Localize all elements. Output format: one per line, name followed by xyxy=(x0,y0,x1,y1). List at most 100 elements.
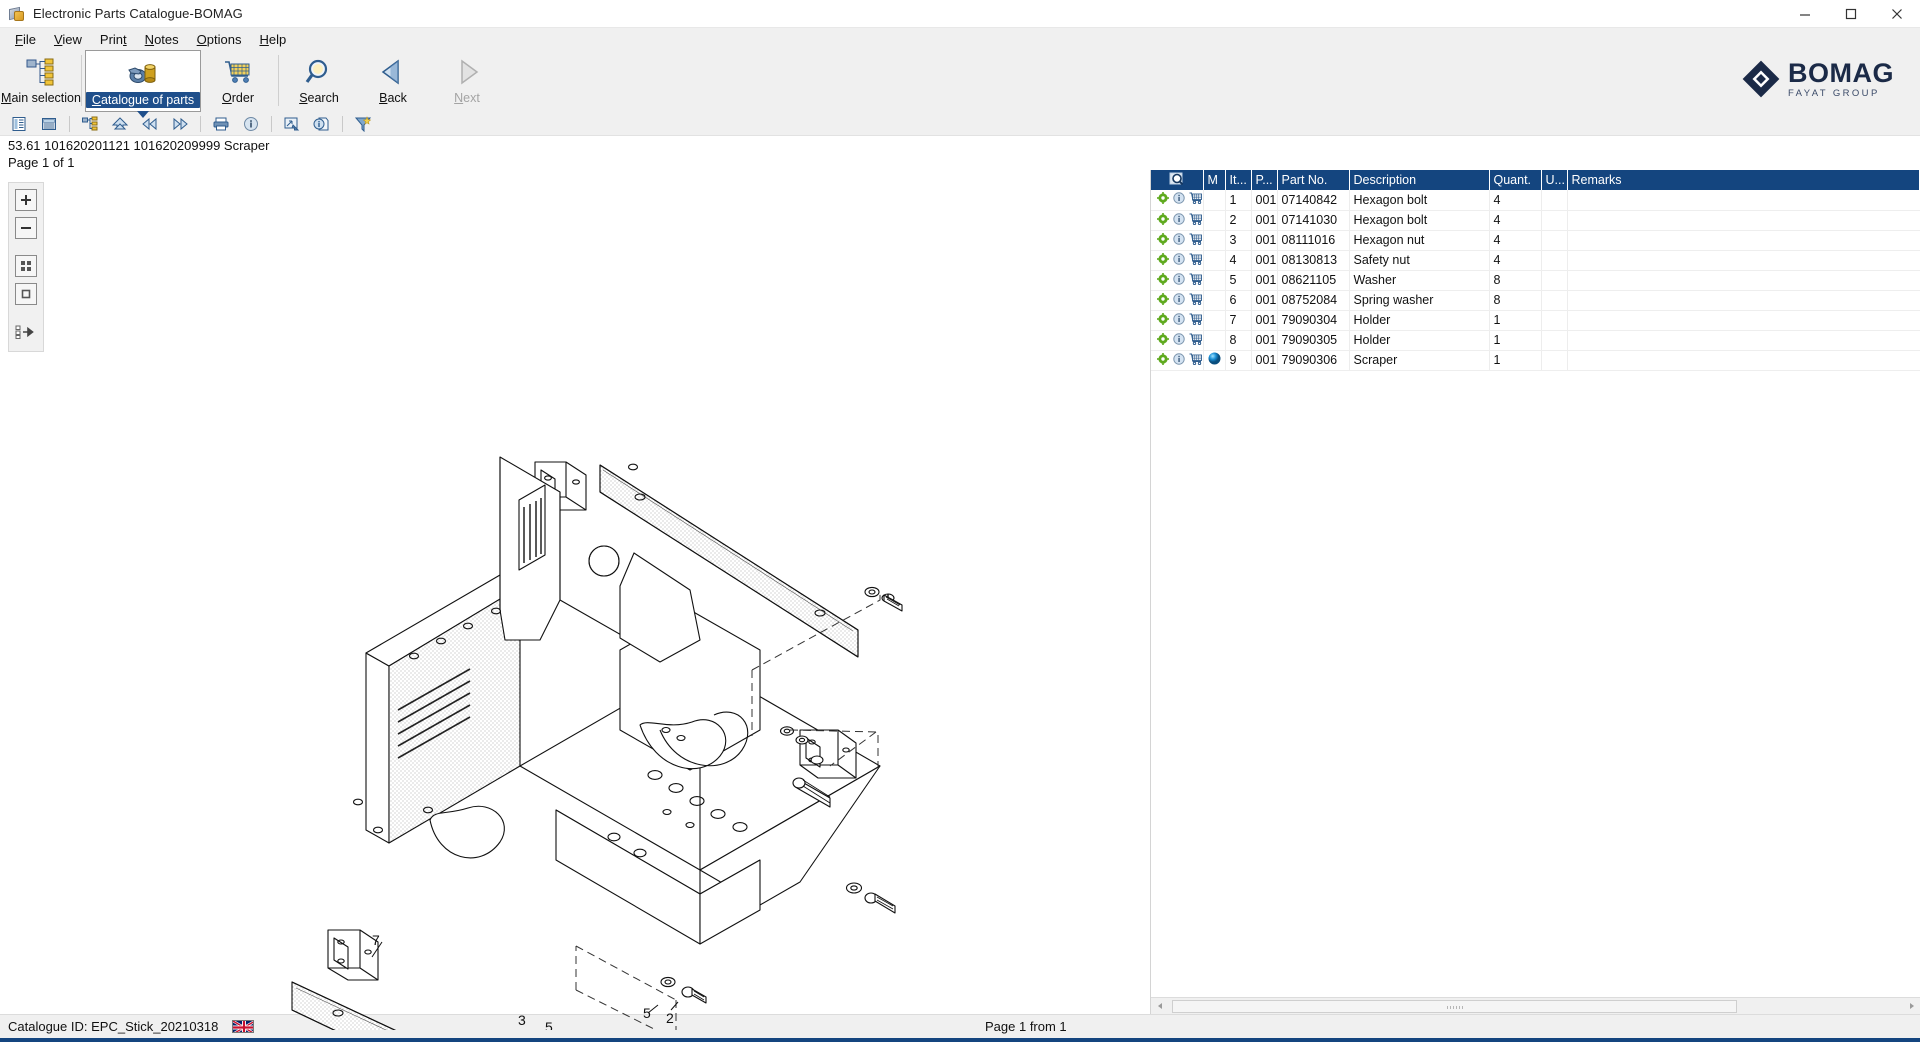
minimize-button[interactable] xyxy=(1782,0,1828,28)
document-info-icon[interactable] xyxy=(307,113,337,135)
info-icon[interactable] xyxy=(1173,292,1185,308)
next-page-icon[interactable] xyxy=(165,113,195,135)
cell-position: 001 xyxy=(1251,350,1278,371)
scrollbar-track[interactable] xyxy=(1168,998,1903,1014)
export-icon[interactable] xyxy=(277,113,307,135)
magnifier-icon xyxy=(304,56,334,88)
cell-m xyxy=(1203,350,1226,371)
close-button[interactable] xyxy=(1874,0,1920,28)
toolbar-separator xyxy=(81,55,82,106)
cell-remarks xyxy=(1567,250,1920,271)
menu-options[interactable]: Options xyxy=(188,30,251,49)
info-icon[interactable] xyxy=(1173,332,1185,348)
info-icon[interactable] xyxy=(236,113,266,135)
info-icon[interactable] xyxy=(1173,192,1185,207)
table-empty-space xyxy=(1151,370,1920,997)
table-row[interactable]: 1 001 07140842 Hexagon bolt 4 xyxy=(1151,190,1920,211)
ribbon-main-selection[interactable]: Main selection xyxy=(1,50,81,112)
ribbon-search[interactable]: Search xyxy=(282,50,356,112)
info-icon[interactable] xyxy=(1173,352,1185,368)
up-level-icon[interactable] xyxy=(105,113,135,135)
maximize-button[interactable] xyxy=(1828,0,1874,28)
cell-m xyxy=(1203,250,1226,271)
ribbon-order[interactable]: Order xyxy=(201,50,275,112)
table-row[interactable]: 9 001 79090306 Scraper 1 xyxy=(1151,350,1920,371)
cell-unit xyxy=(1541,190,1568,211)
next-arrow-icon xyxy=(452,56,482,88)
scroll-right-button[interactable] xyxy=(1903,999,1920,1014)
column-header-unit[interactable]: U... xyxy=(1541,170,1568,190)
cell-unit xyxy=(1541,290,1568,311)
cell-part-no: 79090305 xyxy=(1277,330,1350,351)
column-header-quantity[interactable]: Quant. xyxy=(1489,170,1542,190)
tree-structure-icon xyxy=(26,56,56,88)
table-row[interactable]: 2 001 07141030 Hexagon bolt 4 xyxy=(1151,210,1920,231)
column-header-part-no[interactable]: Part No. xyxy=(1277,170,1350,190)
tree-structure-icon[interactable] xyxy=(75,113,105,135)
menu-notes[interactable]: Notes xyxy=(136,30,188,49)
cell-m xyxy=(1203,310,1226,331)
app-icon xyxy=(8,5,26,23)
column-header-description[interactable]: Description xyxy=(1349,170,1490,190)
cell-quantity: 8 xyxy=(1489,290,1542,311)
info-icon[interactable] xyxy=(1173,252,1185,268)
ribbon-back[interactable]: Back xyxy=(356,50,430,112)
cell-description: Spring washer xyxy=(1349,290,1490,311)
drawing-pane[interactable]: 7 3 5 6 1 5 2 9 8 4 6 79090300_000_00 xyxy=(0,170,1150,1030)
info-icon[interactable] xyxy=(1173,212,1185,228)
cart-icon[interactable] xyxy=(1189,233,1202,248)
cell-unit xyxy=(1541,270,1568,291)
cell-m xyxy=(1203,290,1226,311)
menu-file[interactable]: FFileile xyxy=(6,30,45,49)
scrollbar-thumb[interactable] xyxy=(1172,999,1737,1013)
cart-icon[interactable] xyxy=(1189,353,1202,368)
print-icon[interactable] xyxy=(206,113,236,135)
cart-icon[interactable] xyxy=(1189,293,1202,308)
column-header-m[interactable]: M xyxy=(1203,170,1226,190)
uk-flag-icon[interactable] xyxy=(232,1020,255,1033)
cell-item: 5 xyxy=(1225,270,1252,291)
ribbon-label: Catalogue of parts xyxy=(85,92,201,108)
menu-view[interactable]: View xyxy=(45,30,91,49)
menu-help[interactable]: Help xyxy=(250,30,295,49)
cell-part-no: 07141030 xyxy=(1277,210,1350,231)
cart-icon[interactable] xyxy=(1189,313,1202,328)
search-table-icon[interactable] xyxy=(1169,172,1185,189)
detail-view-icon[interactable] xyxy=(34,113,64,135)
table-row[interactable]: 3 001 08111016 Hexagon nut 4 xyxy=(1151,230,1920,251)
list-view-icon[interactable] xyxy=(4,113,34,135)
menu-print[interactable]: Print xyxy=(91,30,136,49)
cell-unit xyxy=(1541,230,1568,251)
ribbon-next[interactable]: Next xyxy=(430,50,504,112)
column-header-item[interactable]: It... xyxy=(1225,170,1252,190)
table-row[interactable]: 8 001 79090305 Holder 1 xyxy=(1151,330,1920,351)
cell-description: Hexagon bolt xyxy=(1349,210,1490,231)
cart-icon[interactable] xyxy=(1189,253,1202,268)
back-arrow-icon xyxy=(378,56,408,88)
table-row[interactable]: 4 001 08130813 Safety nut 4 xyxy=(1151,250,1920,271)
column-header-remarks[interactable]: Remarks xyxy=(1567,170,1920,190)
table-row[interactable]: 6 001 08752084 Spring washer 8 xyxy=(1151,290,1920,311)
toolbar-separator xyxy=(342,115,343,132)
info-icon[interactable] xyxy=(1173,312,1185,328)
table-horizontal-scrollbar[interactable] xyxy=(1151,997,1920,1014)
ribbon-catalogue-of-parts[interactable]: Catalogue of parts xyxy=(85,50,201,118)
cart-icon[interactable] xyxy=(1189,213,1202,228)
column-header-position[interactable]: P... xyxy=(1251,170,1278,190)
table-row[interactable]: 5 001 08621105 Washer 8 xyxy=(1151,270,1920,291)
cart-icon[interactable] xyxy=(1189,273,1202,288)
info-icon[interactable] xyxy=(1173,272,1185,288)
cell-description: Holder xyxy=(1349,330,1490,351)
toolbar-separator xyxy=(278,55,279,106)
exploded-parts-drawing[interactable]: 7 3 5 6 1 5 2 9 8 4 6 xyxy=(0,170,1150,1030)
cart-icon[interactable] xyxy=(1189,192,1202,207)
catalogue-id-label: Catalogue ID: EPC_Stick_20210318 xyxy=(8,1019,219,1034)
table-row[interactable]: 7 001 79090304 Holder 1 xyxy=(1151,310,1920,331)
info-icon[interactable] xyxy=(1173,232,1185,248)
svg-text:7: 7 xyxy=(372,932,380,948)
filter-icon[interactable] xyxy=(348,113,378,135)
cart-icon[interactable] xyxy=(1189,333,1202,348)
cell-item: 9 xyxy=(1225,350,1252,371)
breadcrumb: 53.61 101620201121 101620209999 Scraper xyxy=(8,138,270,153)
main-toolbar: Main selection Catalogue of parts Order … xyxy=(0,50,1920,118)
